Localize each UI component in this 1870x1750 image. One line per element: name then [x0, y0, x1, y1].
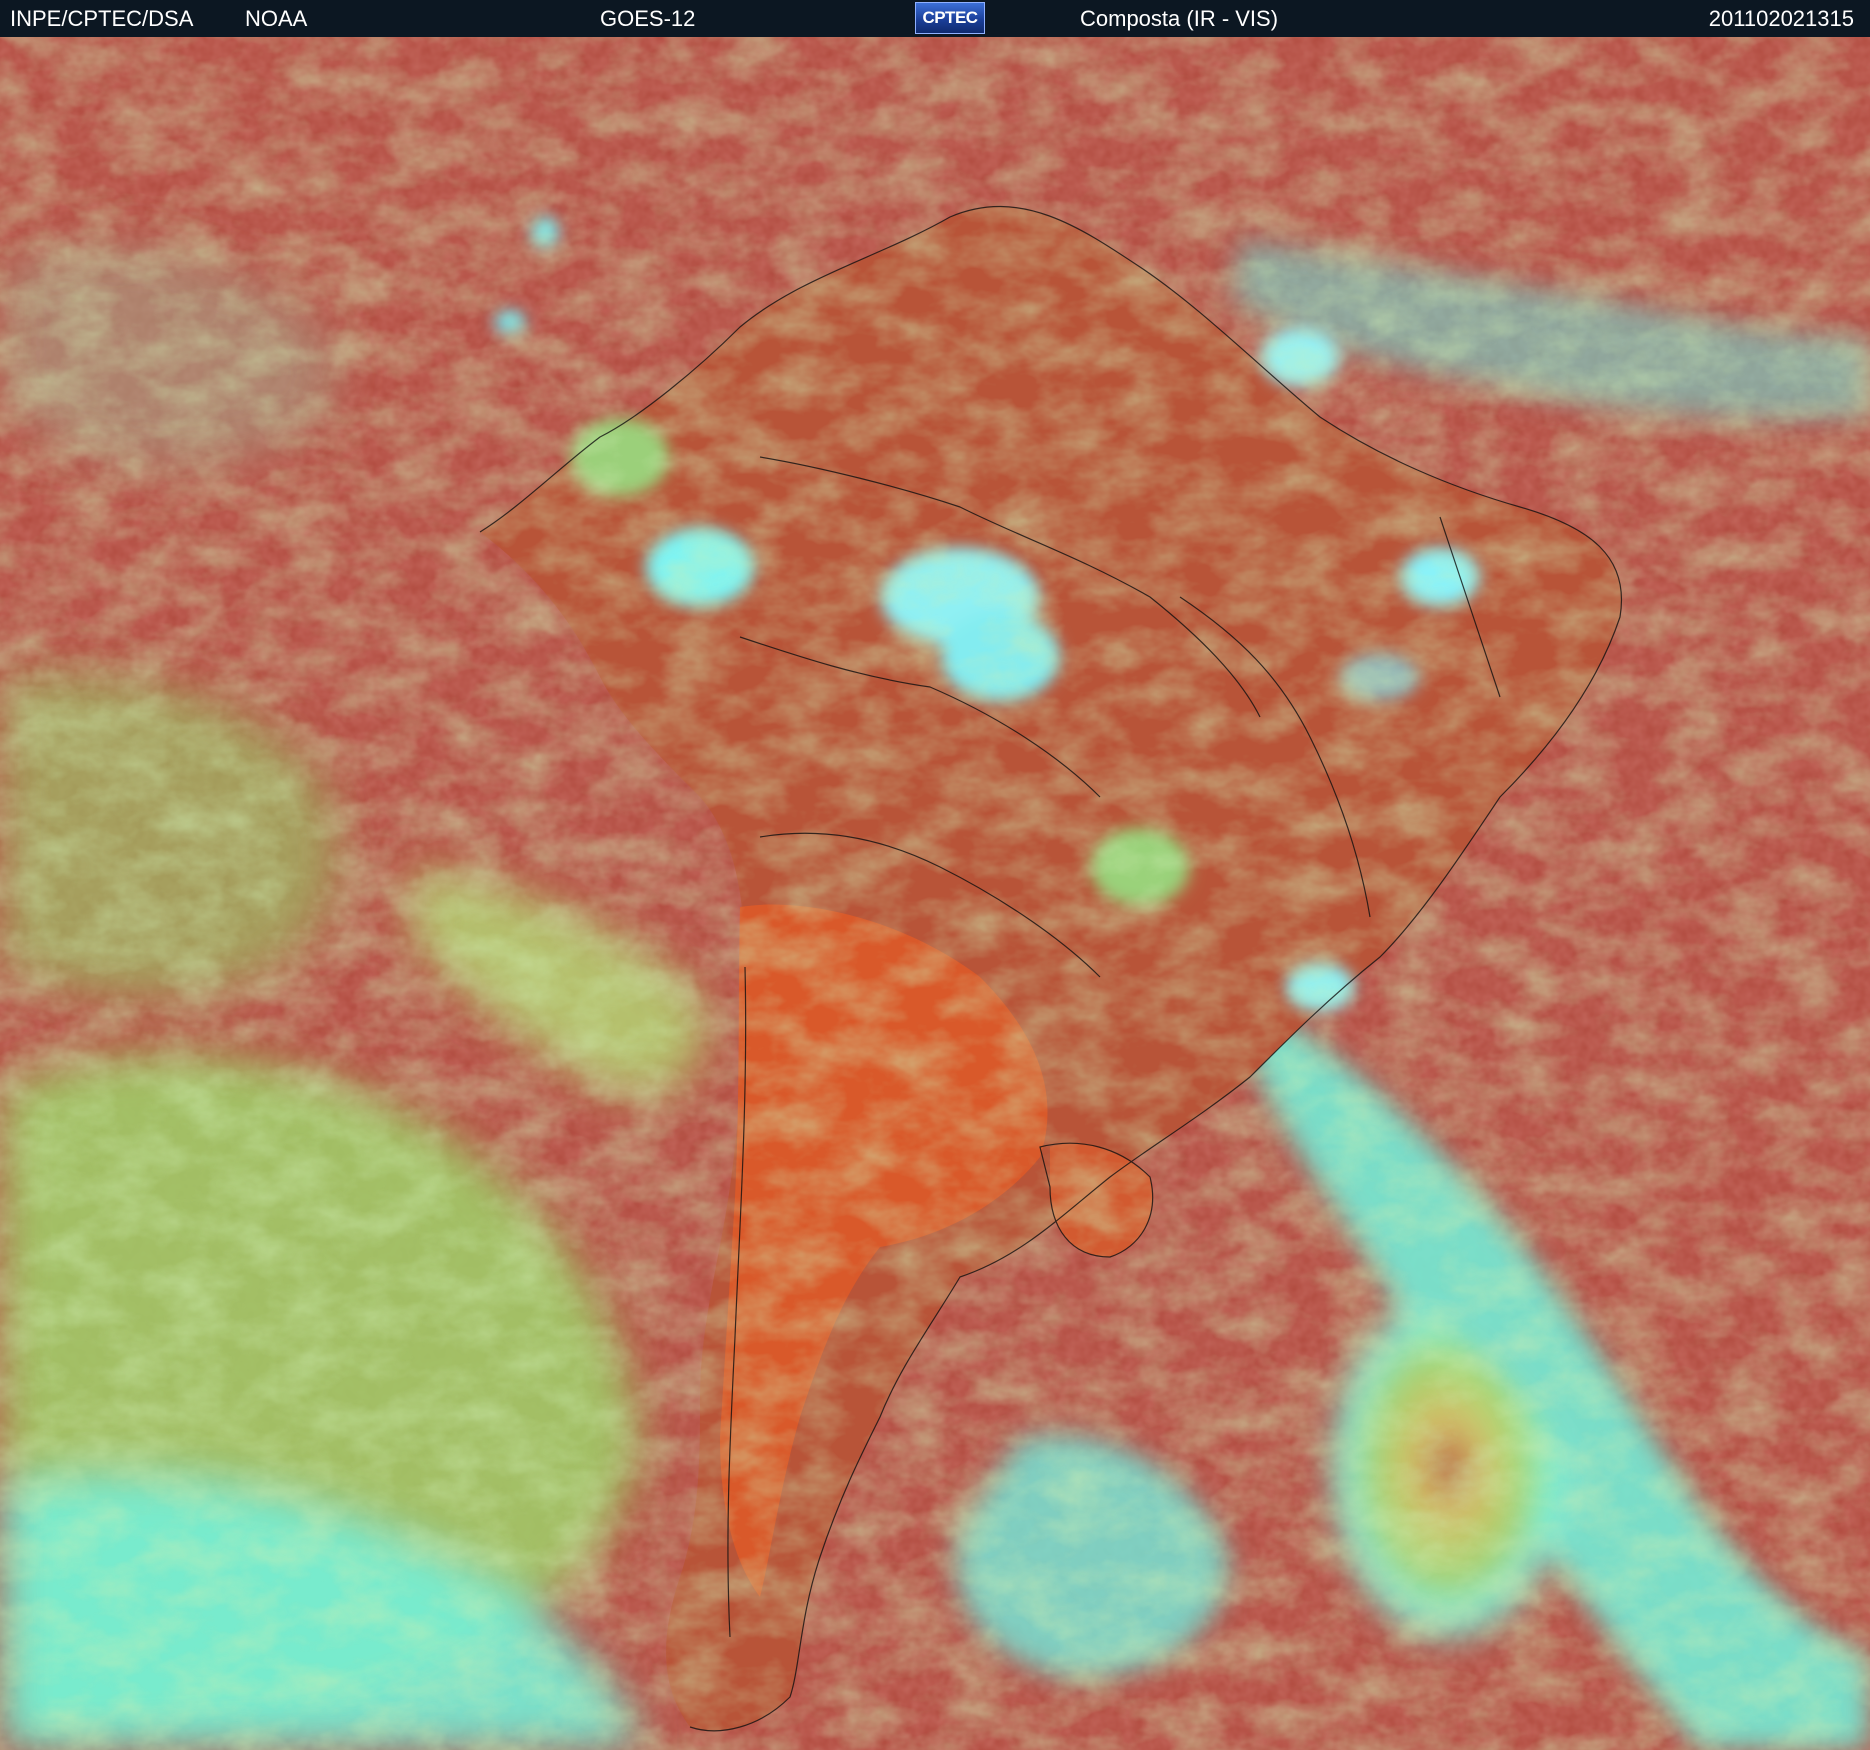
satellite-composite-image: [0, 37, 1870, 1750]
scattered-cloud-texture: [0, 37, 1870, 1750]
agency-label: NOAA: [245, 6, 308, 31]
product-label: Composta (IR - VIS): [1080, 6, 1279, 31]
source-label: INPE/CPTEC/DSA: [10, 6, 194, 31]
image-header-bar: INPE/CPTEC/DSA NOAA GOES-12 CPTEC Compos…: [0, 0, 1870, 37]
timestamp-label: 201102021315: [1708, 6, 1854, 31]
cptec-logo: CPTEC: [915, 2, 985, 34]
satellite-viewer: INPE/CPTEC/DSA NOAA GOES-12 CPTEC Compos…: [0, 0, 1870, 1750]
cptec-logo-text: CPTEC: [922, 8, 978, 27]
satellite-label: GOES-12: [600, 6, 696, 31]
